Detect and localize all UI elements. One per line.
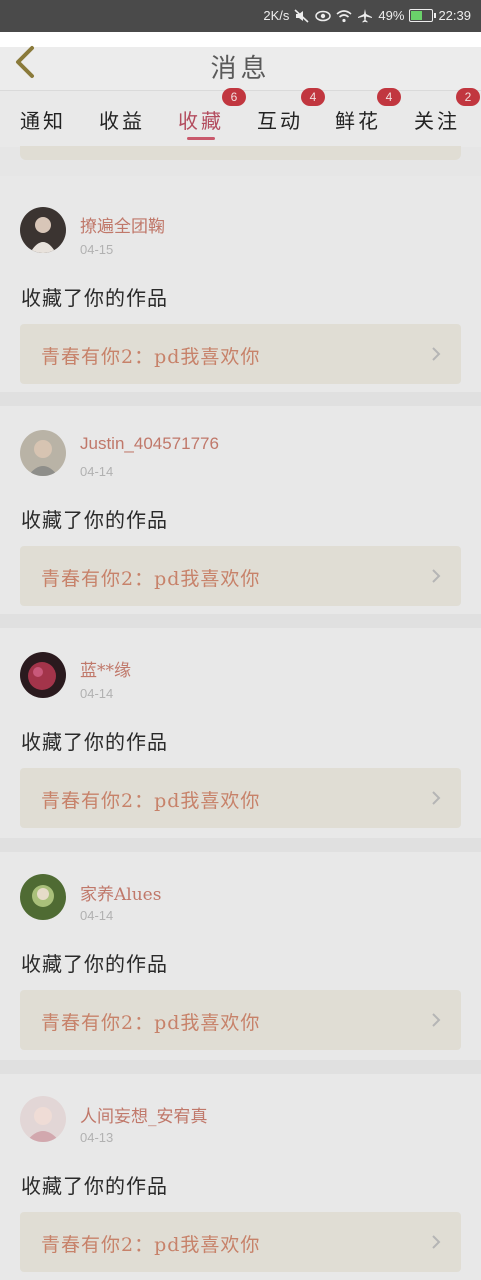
tab-follows-badge: 2 [456, 88, 480, 106]
tab-favorites-badge: 6 [222, 88, 246, 106]
date: 04-14 [80, 464, 114, 479]
page-title: 消息 [210, 54, 271, 84]
work-title: 青春有你2：pd我喜欢你 [41, 1012, 261, 1034]
network-speed: 2K/s [263, 8, 290, 23]
list-item: Justin_404571776 04-14 收藏了你的作品 青春有你2：pd我… [0, 406, 481, 614]
action-text: 收藏了你的作品 [21, 952, 168, 976]
tab-favorites[interactable]: 收藏 [178, 105, 224, 134]
wifi-icon [336, 9, 352, 23]
tab-flowers-badge: 4 [377, 88, 401, 106]
chevron-right-icon [432, 347, 441, 361]
action-text: 收藏了你的作品 [21, 1174, 168, 1198]
battery-icon [409, 9, 437, 22]
chevron-right-icon [432, 1235, 441, 1249]
work-link[interactable]: 青春有你2：pd我喜欢你 [20, 1212, 461, 1272]
chevron-right-icon [432, 1013, 441, 1027]
list-item: 家养Alues 04-14 收藏了你的作品 青春有你2：pd我喜欢你 [0, 852, 481, 1060]
work-link[interactable]: 青春有你2：pd我喜欢你 [20, 324, 461, 384]
chevron-right-icon [432, 569, 441, 583]
list-item: 人间妄想_安宥真 04-13 收藏了你的作品 青春有你2：pd我喜欢你 [0, 1074, 481, 1280]
previous-item-edge [20, 146, 461, 160]
clock: 22:39 [438, 8, 471, 23]
eye-icon [315, 9, 332, 23]
action-text: 收藏了你的作品 [21, 508, 168, 532]
avatar[interactable] [20, 1096, 66, 1142]
avatar[interactable] [20, 207, 66, 253]
date: 04-14 [80, 686, 114, 701]
tab-earnings[interactable]: 收益 [99, 105, 145, 134]
chevron-right-icon [432, 791, 441, 805]
status-bar: 2K/s 49% 22:39 [0, 0, 481, 32]
username[interactable]: 蓝**缘 [80, 656, 131, 681]
date: 04-13 [80, 1130, 114, 1145]
active-tab-indicator [187, 137, 215, 140]
airplane-icon [357, 8, 373, 23]
tab-interactions-badge: 4 [301, 88, 325, 106]
battery-level [411, 11, 423, 20]
tab-bar: 通知 收益 收藏 6 互动 4 鲜花 4 关注 2 [0, 88, 481, 147]
work-title: 青春有你2：pd我喜欢你 [41, 790, 261, 812]
tab-notifications[interactable]: 通知 [20, 105, 66, 134]
action-text: 收藏了你的作品 [21, 730, 168, 754]
work-title: 青春有你2：pd我喜欢你 [41, 346, 261, 368]
action-text: 收藏了你的作品 [21, 286, 168, 310]
work-link[interactable]: 青春有你2：pd我喜欢你 [20, 768, 461, 828]
date: 04-14 [80, 908, 114, 923]
mute-icon [294, 8, 310, 23]
username[interactable]: 撩遍全团鞠 [80, 212, 165, 237]
username[interactable]: 人间妄想_安宥真 [80, 1102, 208, 1127]
avatar[interactable] [20, 874, 66, 920]
work-link[interactable]: 青春有你2：pd我喜欢你 [20, 546, 461, 606]
username[interactable]: 家养Alues [80, 880, 161, 905]
tab-flowers[interactable]: 鲜花 [335, 105, 381, 134]
tab-interactions[interactable]: 互动 [257, 105, 303, 134]
tab-follows[interactable]: 关注 [414, 105, 460, 134]
list-item: 蓝**缘 04-14 收藏了你的作品 青春有你2：pd我喜欢你 [0, 628, 481, 838]
username[interactable]: Justin_404571776 [80, 434, 219, 454]
avatar[interactable] [20, 430, 66, 476]
app-header: 消息 [0, 32, 481, 90]
battery-percent: 49% [378, 8, 405, 23]
date: 04-15 [80, 242, 114, 257]
work-link[interactable]: 青春有你2：pd我喜欢你 [20, 990, 461, 1050]
avatar[interactable] [20, 652, 66, 698]
work-title: 青春有你2：pd我喜欢你 [41, 568, 261, 590]
work-title: 青春有你2：pd我喜欢你 [41, 1234, 261, 1256]
list-item: 撩遍全团鞠 04-15 收藏了你的作品 青春有你2：pd我喜欢你 [0, 176, 481, 392]
